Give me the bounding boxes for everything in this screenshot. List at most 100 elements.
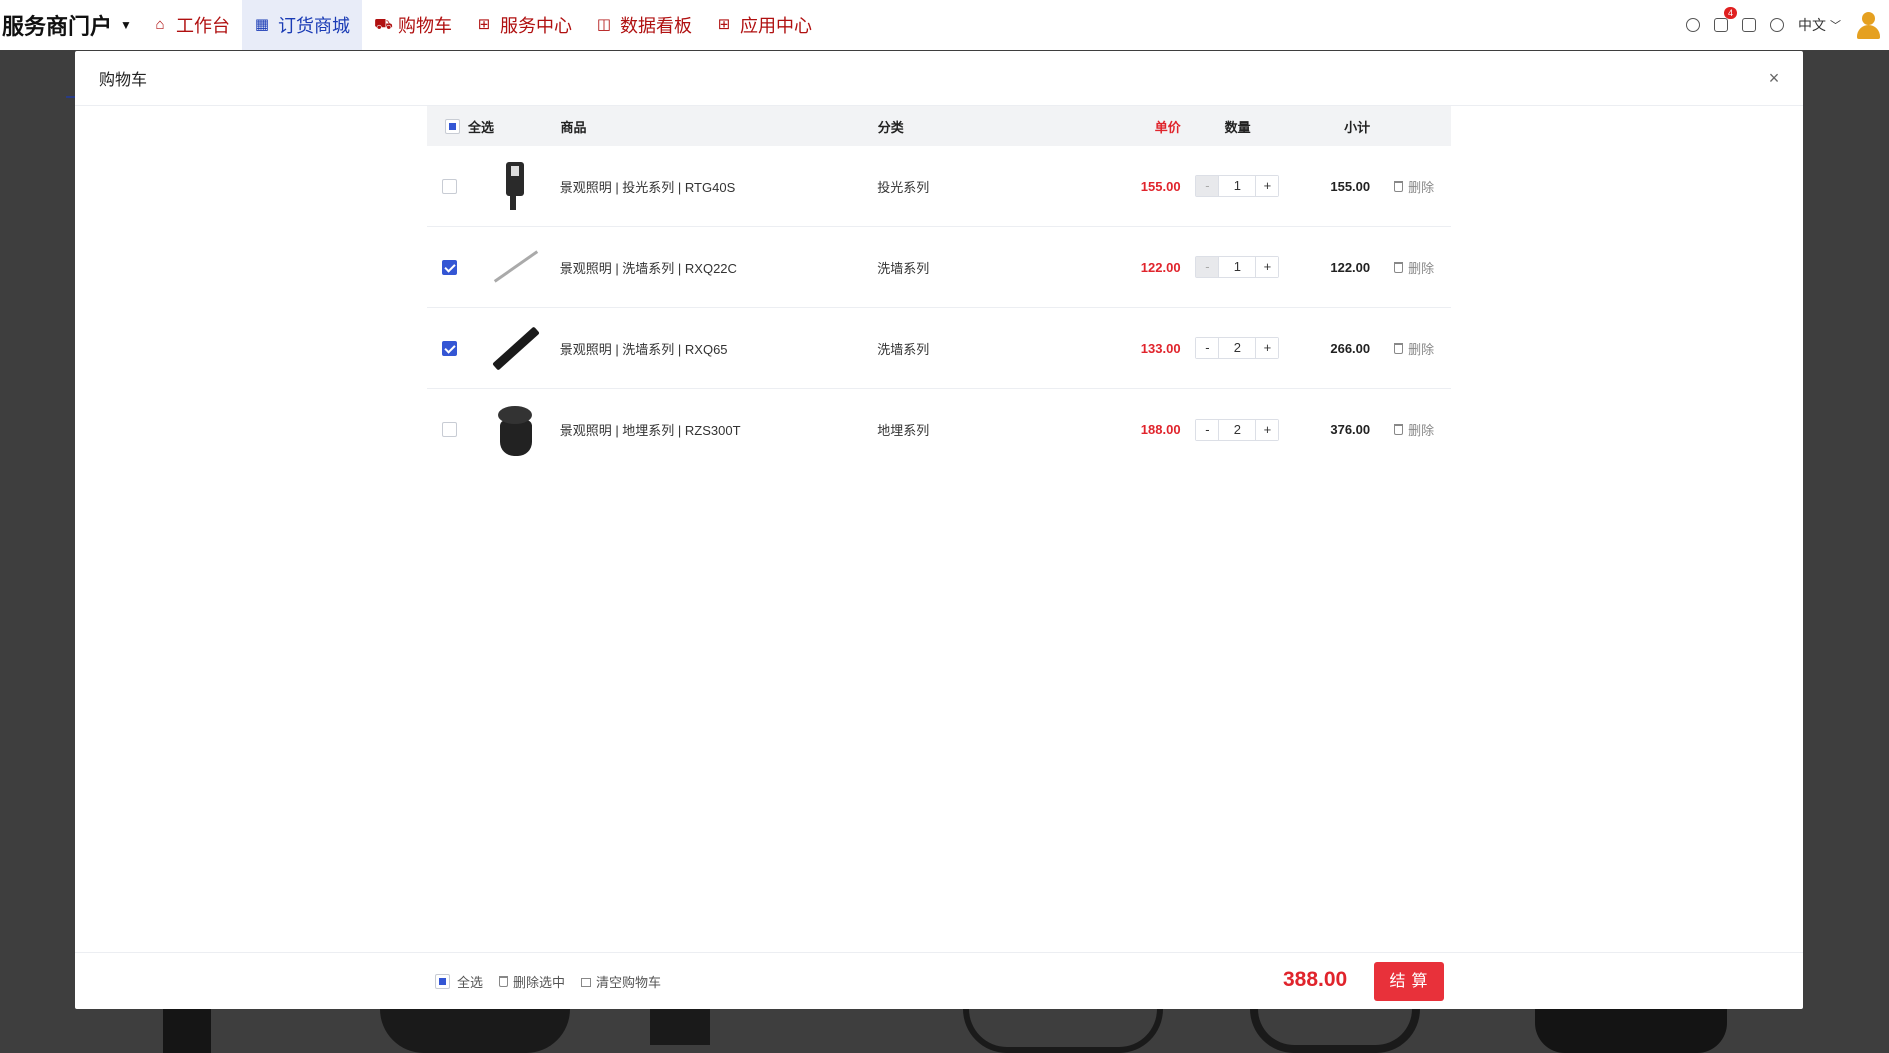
column-header-unit-price: 单价 (1154, 119, 1181, 135)
document-icon[interactable] (1742, 18, 1756, 32)
row-checkbox[interactable] (442, 340, 458, 356)
top-nav: 服务商门户 ▼ ⌂ 工作台 ▦ 订货商城 ⛟ 购物车 ⊞ 服务中心 ◫ 数据看板… (0, 0, 1889, 50)
background-product-image (1535, 1009, 1727, 1053)
footer-actions: 全选 删除选中 清空购物车 (435, 972, 661, 991)
avatar[interactable] (1855, 10, 1881, 40)
nav-right-tools: 4 中文 ﹀ (1686, 0, 1889, 50)
decrement-button[interactable]: - (1196, 176, 1219, 196)
cart-dialog: 购物车 × 全选 商品 分类 单价 数量 小计 景观照明 | 投光系列 | RT… (75, 51, 1803, 1009)
unit-price: 122.00 (1140, 259, 1181, 275)
quantity-stepper: - 2 + (1195, 418, 1280, 441)
footer-select-all-label: 全选 (457, 974, 484, 990)
column-header-category: 分类 (877, 119, 904, 135)
decrement-button[interactable]: - (1196, 419, 1219, 440)
table-row: 景观照明 | 地埋系列 | RZS300T 地埋系列 188.00 - 2 + … (427, 389, 1451, 470)
row-checkbox[interactable] (442, 422, 458, 437)
grid-icon: ⊞ (477, 16, 491, 33)
increment-button[interactable]: + (1256, 257, 1279, 277)
trash-icon (1394, 261, 1404, 273)
trash-icon (1394, 180, 1404, 192)
table-row: 景观照明 | 投光系列 | RTG40S 投光系列 155.00 - 1 + 1… (427, 146, 1451, 227)
quantity-input[interactable]: 1 (1218, 176, 1257, 196)
nav-data-board[interactable]: ◫ 数据看板 (584, 0, 704, 50)
product-category: 洗墙系列 (877, 260, 930, 276)
nav-label: 服务中心 (500, 16, 572, 36)
close-icon[interactable]: × (1765, 69, 1783, 87)
nav-app-center[interactable]: ⊞ 应用中心 (704, 0, 824, 50)
product-category: 洗墙系列 (877, 341, 930, 357)
chevron-down-icon: ﹀ (1830, 20, 1841, 32)
language-label: 中文 (1798, 17, 1826, 33)
delete-label: 删除 (1408, 179, 1435, 195)
background-product-image (963, 1009, 1163, 1053)
decrement-button[interactable]: - (1196, 338, 1219, 358)
column-header-quantity: 数量 (1224, 119, 1251, 135)
unit-price: 155.00 (1140, 178, 1181, 194)
nav-workbench[interactable]: ⌂ 工作台 (140, 0, 242, 50)
row-subtotal: 122.00 (1330, 259, 1371, 275)
portal-switcher[interactable]: 服务商门户 ▼ (0, 9, 140, 41)
linear-wallwasher-product-image[interactable] (486, 237, 546, 297)
quantity-input[interactable]: 2 (1218, 338, 1257, 358)
cart-icon: ⛟ (374, 16, 393, 33)
background-product-image (1250, 1009, 1420, 1053)
quantity-input[interactable]: 2 (1218, 419, 1257, 440)
footer-select-all-checkbox[interactable] (435, 973, 450, 989)
delete-selected-button[interactable]: 删除选中 (499, 972, 565, 991)
column-header-subtotal: 小计 (1344, 119, 1371, 135)
delete-button[interactable]: 删除 (1370, 258, 1451, 277)
nav-label: 工作台 (176, 16, 230, 36)
delete-button[interactable]: 删除 (1370, 177, 1451, 196)
dialog-footer: 全选 删除选中 清空购物车 388.00 结算 (75, 952, 1803, 1009)
table-row: 景观照明 | 洗墙系列 | RXQ65 洗墙系列 133.00 - 2 + 26… (427, 308, 1451, 389)
language-switcher[interactable]: 中文 ﹀ (1798, 15, 1841, 35)
clear-cart-label: 清空购物车 (596, 974, 662, 990)
row-subtotal: 155.00 (1330, 178, 1371, 194)
grid-icon: ⊞ (717, 16, 731, 33)
quantity-stepper: - 1 + (1195, 256, 1280, 278)
select-all-checkbox[interactable] (445, 118, 460, 134)
delete-label: 删除 (1408, 260, 1435, 276)
clear-cart-button[interactable]: 清空购物车 (581, 972, 661, 991)
header-select-all[interactable]: 全选 (427, 117, 561, 136)
column-header-product: 商品 (560, 119, 587, 135)
delete-button[interactable]: 删除 (1370, 339, 1451, 358)
delete-label: 删除 (1408, 423, 1435, 438)
delete-button[interactable]: 删除 (1370, 420, 1451, 439)
product-name[interactable]: 景观照明 | 地埋系列 | RZS300T (560, 420, 878, 439)
decrement-button[interactable]: - (1196, 257, 1219, 277)
dialog-header: 购物车 (75, 51, 1803, 106)
cart-icon[interactable]: 4 (1714, 7, 1737, 32)
linear-wallwasher-black-product-image[interactable] (486, 318, 546, 378)
footer-select-all[interactable]: 全选 (435, 972, 483, 991)
support-icon[interactable] (1686, 18, 1700, 32)
background-product-image (163, 1009, 211, 1053)
row-checkbox[interactable] (442, 259, 458, 275)
portal-title: 服务商门户 (2, 14, 113, 39)
product-name[interactable]: 景观照明 | 投光系列 | RTG40S (560, 177, 878, 196)
product-category: 投光系列 (877, 179, 930, 195)
select-all-label: 全选 (468, 119, 495, 135)
nav-order-mall[interactable]: ▦ 订货商城 (242, 0, 362, 50)
table-header: 全选 商品 分类 单价 数量 小计 (427, 106, 1451, 146)
floodlight-product-image[interactable] (486, 156, 546, 216)
increment-button[interactable]: + (1256, 419, 1279, 440)
product-category: 地埋系列 (877, 423, 930, 438)
delete-label: 删除 (1408, 341, 1435, 357)
product-name[interactable]: 景观照明 | 洗墙系列 | RXQ65 (560, 339, 878, 358)
checkout-button[interactable]: 结算 (1374, 962, 1444, 1001)
quantity-input[interactable]: 1 (1218, 257, 1257, 277)
nav-label: 订货商城 (278, 16, 350, 36)
product-name[interactable]: 景观照明 | 洗墙系列 | RXQ22C (560, 258, 878, 277)
nav-label: 应用中心 (740, 16, 812, 36)
nav-cart[interactable]: ⛟ 购物车 (362, 0, 464, 50)
store-icon: ▦ (254, 16, 270, 33)
inground-light-product-image[interactable] (486, 400, 546, 460)
bell-icon[interactable] (1770, 18, 1784, 32)
increment-button[interactable]: + (1256, 338, 1279, 358)
cart-total: 388.00 (1283, 968, 1348, 991)
row-checkbox[interactable] (442, 178, 458, 194)
nav-service-center[interactable]: ⊞ 服务中心 (464, 0, 584, 50)
quantity-stepper: - 2 + (1195, 337, 1280, 359)
increment-button[interactable]: + (1256, 176, 1279, 196)
